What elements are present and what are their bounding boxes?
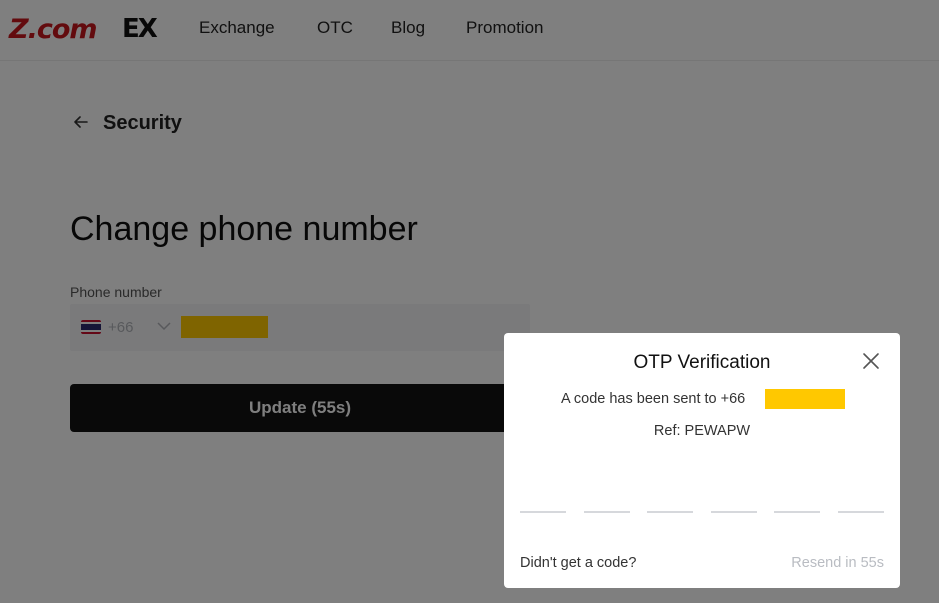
resend-countdown[interactable]: Resend in 55s: [791, 555, 884, 571]
otp-digit-2[interactable]: [584, 483, 630, 513]
otp-digit-6[interactable]: [838, 483, 884, 513]
reference-code: Ref: PEWAPW: [653, 423, 751, 439]
modal-title: OTP Verification: [633, 352, 771, 373]
otp-digit-3[interactable]: [647, 483, 693, 513]
otp-digit-1[interactable]: [520, 483, 566, 513]
close-icon[interactable]: [862, 352, 880, 370]
redacted-phone-number: [765, 389, 845, 409]
code-sent-text: A code has been sent to +66: [561, 391, 746, 407]
otp-digit-5[interactable]: [774, 483, 820, 513]
otp-digit-4[interactable]: [711, 483, 757, 513]
no-code-text: Didn't get a code?: [520, 555, 637, 571]
otp-modal: OTP Verification A code has been sent to…: [504, 333, 900, 588]
